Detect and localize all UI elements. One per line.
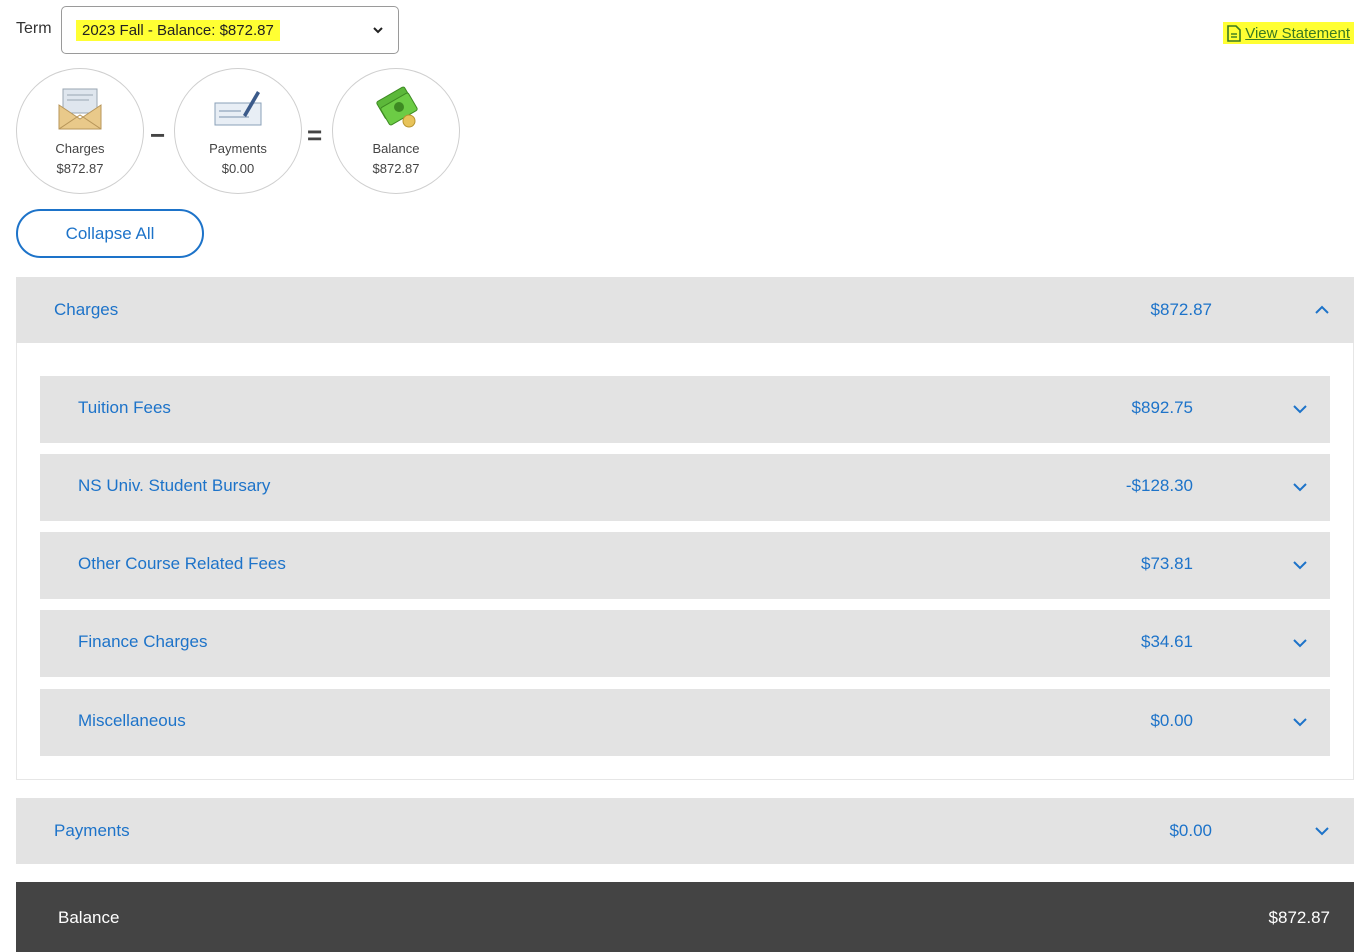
- charges-section-amount: $872.87: [1150, 300, 1212, 319]
- charge-row-amount: $34.61: [1141, 632, 1193, 651]
- charges-section-body: Tuition Fees $892.75 NS Univ. Student Bu…: [16, 343, 1354, 780]
- payments-section-header[interactable]: Payments $0.00: [16, 798, 1354, 864]
- balance-footer-label: Balance: [58, 908, 120, 927]
- chevron-down-icon: [1293, 561, 1307, 570]
- charge-row-label: Finance Charges: [78, 632, 208, 651]
- term-select[interactable]: 2023 Fall - Balance: $872.87: [61, 6, 399, 54]
- chevron-down-icon: [1315, 827, 1329, 836]
- chevron-up-icon: [1315, 305, 1329, 314]
- equals-operator: =: [307, 120, 323, 150]
- minus-operator: −: [150, 120, 166, 150]
- payments-summary-amount: $0.00: [221, 161, 255, 176]
- collapse-all-button[interactable]: Collapse All: [16, 209, 204, 258]
- payments-section-amount: $0.00: [1169, 821, 1212, 840]
- balance-summary-label: Balance: [372, 141, 420, 156]
- document-icon: [1227, 24, 1242, 42]
- charge-row-amount: $0.00: [1150, 711, 1193, 730]
- money-icon: [376, 86, 418, 128]
- charge-row-label: NS Univ. Student Bursary: [78, 476, 271, 495]
- charge-row-finance-charges[interactable]: Finance Charges $34.61: [40, 610, 1330, 677]
- payments-section-label: Payments: [54, 821, 130, 840]
- balance-summary-circle: Balance $872.87: [332, 68, 460, 194]
- term-select-value: 2023 Fall - Balance: $872.87: [76, 19, 280, 41]
- chevron-down-icon: [373, 27, 383, 34]
- charges-section-label: Charges: [54, 300, 119, 319]
- charge-row-course-fees[interactable]: Other Course Related Fees $73.81: [40, 532, 1330, 599]
- charges-summary-amount: $872.87: [56, 161, 104, 176]
- balance-summary-amount: $872.87: [372, 161, 420, 176]
- charge-row-amount: $892.75: [1131, 398, 1193, 417]
- charge-row-label: Tuition Fees: [78, 398, 171, 417]
- chevron-down-icon: [1293, 405, 1307, 414]
- charge-row-amount: -$128.30: [1125, 476, 1193, 495]
- charge-row-student-bursary[interactable]: NS Univ. Student Bursary -$128.30: [40, 454, 1330, 521]
- charge-row-tuition-fees[interactable]: Tuition Fees $892.75: [40, 376, 1330, 443]
- charge-row-miscellaneous[interactable]: Miscellaneous $0.00: [40, 689, 1330, 756]
- check-pen-icon: [214, 91, 262, 126]
- charges-section-header[interactable]: Charges $872.87: [16, 277, 1354, 343]
- envelope-icon: [58, 88, 102, 130]
- chevron-down-icon: [1293, 483, 1307, 492]
- view-statement-label: View Statement: [1245, 24, 1350, 42]
- payments-summary-label: Payments: [209, 141, 267, 156]
- chevron-down-icon: [1293, 718, 1307, 727]
- charge-row-amount: $73.81: [1141, 554, 1193, 573]
- balance-footer: Balance $872.87: [16, 882, 1354, 952]
- chevron-down-icon: [1293, 639, 1307, 648]
- term-label: Term: [16, 20, 52, 37]
- view-statement-link[interactable]: View Statement: [1223, 22, 1354, 44]
- balance-footer-amount: $872.87: [1268, 908, 1330, 927]
- payments-summary-circle: Payments $0.00: [174, 68, 302, 194]
- charges-summary-label: Charges: [55, 141, 105, 156]
- charges-summary-circle: Charges $872.87: [16, 68, 144, 194]
- charge-row-label: Other Course Related Fees: [78, 554, 286, 573]
- charge-row-label: Miscellaneous: [78, 711, 186, 730]
